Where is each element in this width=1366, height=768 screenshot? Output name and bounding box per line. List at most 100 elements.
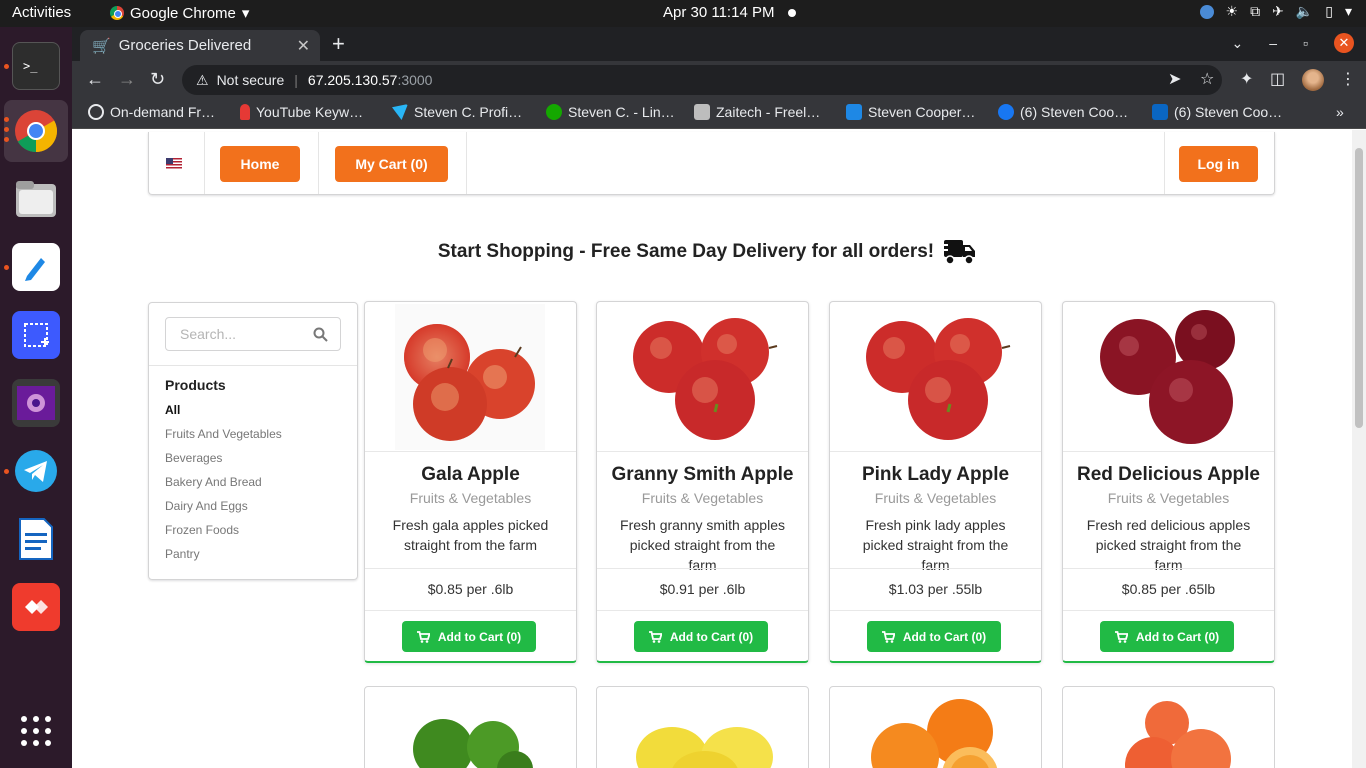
category-beverages[interactable]: Beverages (165, 451, 222, 465)
page-scrollbar[interactable] (1352, 130, 1366, 768)
bookmark-item[interactable]: (6) Steven Coo… (1152, 104, 1282, 120)
category-all[interactable]: All (165, 403, 180, 417)
grapefruit-image[interactable] (1063, 687, 1274, 768)
running-indicator (4, 265, 9, 270)
apple-image (633, 318, 778, 440)
add-to-cart-button[interactable]: Add to Cart (0) (867, 621, 1001, 652)
dock: >_ (0, 27, 72, 768)
product-image[interactable] (830, 302, 1041, 452)
product-price: $0.91 per .6lb (659, 581, 746, 597)
tab-strip: 🛒 Groceries Delivered ✕ + ⌄ – ▫ ✕ (72, 27, 1366, 61)
bookmark-item[interactable]: Steven C. - Lin… (546, 104, 675, 120)
product-category: Fruits & Vegetables (874, 490, 997, 506)
bookmark-item[interactable]: (6) Steven Coo… (998, 104, 1128, 120)
app-menu[interactable]: Google Chrome ▾ (110, 4, 249, 22)
product-image[interactable] (597, 302, 808, 452)
network-icon[interactable]: ⧉ (1250, 3, 1260, 20)
close-window-icon[interactable]: ✕ (1334, 33, 1354, 53)
show-apps-icon[interactable] (12, 707, 60, 755)
lemon-image[interactable] (597, 687, 808, 768)
back-icon[interactable]: ← (86, 69, 104, 90)
facebook-icon (998, 104, 1014, 120)
anydesk-icon[interactable] (12, 583, 60, 631)
add-to-cart-button[interactable]: Add to Cart (0) (1100, 621, 1234, 652)
menu-kebab-icon[interactable]: ⋮ (1340, 69, 1356, 89)
battery-icon[interactable]: ▯ (1325, 3, 1333, 20)
url-separator: | (294, 72, 298, 88)
category-fruits-vegetables[interactable]: Fruits And Vegetables (165, 427, 282, 441)
minimize-icon[interactable]: – (1269, 35, 1277, 51)
shopping-cart-icon (648, 630, 662, 643)
extensions-icon[interactable]: ✦ (1240, 69, 1253, 89)
telegram-icon[interactable] (12, 447, 60, 495)
terminal-icon[interactable]: >_ (12, 42, 60, 90)
new-tab-icon[interactable]: + (332, 31, 345, 57)
product-card (596, 686, 809, 768)
notification-icon[interactable] (1199, 4, 1214, 19)
login-button[interactable]: Log in (1179, 146, 1258, 182)
category-bakery-bread[interactable]: Bakery And Bread (165, 475, 262, 489)
brightness-icon[interactable]: ☀ (1226, 3, 1239, 20)
product-category: Fruits & Vegetables (641, 490, 764, 506)
product-card: Red Delicious Apple Fruits & Vegetables … (1062, 301, 1275, 663)
bookmark-star-icon[interactable]: ☆ (1200, 69, 1214, 89)
bookmark-label: Steven C. Profi… (414, 104, 523, 120)
airplane-icon[interactable]: ✈ (1272, 3, 1284, 20)
product-name[interactable]: Pink Lady Apple (830, 464, 1041, 486)
activities-button[interactable]: Activities (12, 4, 71, 21)
volume-icon[interactable]: 🔈 (1296, 3, 1313, 20)
add-to-cart-button[interactable]: Add to Cart (0) (634, 621, 768, 652)
my-cart-button[interactable]: My Cart (0) (335, 146, 448, 182)
send-icon[interactable]: ➤ (1168, 69, 1181, 89)
scrollbar-thumb[interactable] (1355, 148, 1363, 428)
headline-text: Start Shopping - Free Same Day Delivery … (437, 241, 935, 262)
product-image[interactable] (365, 302, 576, 452)
not-secure-label[interactable]: Not secure (217, 72, 285, 88)
tab-groceries[interactable]: 🛒 Groceries Delivered ✕ (80, 30, 320, 61)
chevron-down-icon[interactable]: ▾ (1345, 3, 1352, 20)
close-tab-icon[interactable]: ✕ (297, 36, 310, 56)
bookmark-item[interactable]: Steven C. Profi… (392, 104, 522, 120)
home-button[interactable]: Home (220, 146, 300, 182)
search-icon[interactable] (313, 327, 328, 342)
product-card: Gala Apple Fruits & Vegetables Fresh gal… (364, 301, 577, 663)
bookmark-item[interactable]: On-demand Fr… (88, 104, 215, 120)
orange-image[interactable] (830, 687, 1041, 768)
product-name[interactable]: Gala Apple (365, 464, 576, 486)
add-to-cart-button[interactable]: Add to Cart (0) (402, 621, 536, 652)
maximize-icon[interactable]: ▫ (1303, 35, 1308, 51)
files-icon[interactable] (12, 175, 60, 223)
warning-icon[interactable]: ⚠ (196, 72, 209, 89)
bookmark-item[interactable]: YouTube Keyw… (240, 104, 363, 120)
lime-image[interactable] (365, 687, 576, 768)
chrome-icon[interactable] (12, 107, 60, 155)
side-panel-icon[interactable]: ◫ (1270, 69, 1285, 89)
search-input[interactable] (166, 318, 306, 350)
address-bar[interactable]: ⚠ Not secure | 67.205.130.57:3000 (182, 65, 1222, 95)
category-dairy-eggs[interactable]: Dairy And Eggs (165, 499, 248, 513)
more-bookmarks-icon[interactable]: » (1336, 104, 1344, 120)
video-recorder-icon[interactable] (12, 379, 60, 427)
clock[interactable]: Apr 30 11:14 PM (663, 4, 774, 21)
notification-dot (788, 9, 796, 17)
product-name[interactable]: Red Delicious Apple (1063, 464, 1274, 486)
language-selector[interactable] (149, 132, 205, 194)
tab-search-icon[interactable]: ⌄ (1232, 35, 1244, 52)
card-divider (365, 610, 576, 611)
screenshot-icon[interactable] (12, 311, 60, 359)
category-frozen-foods[interactable]: Frozen Foods (165, 523, 239, 537)
profile-avatar[interactable] (1302, 69, 1324, 91)
forward-icon[interactable]: → (118, 69, 136, 90)
bookmark-item[interactable]: Steven Cooper… (846, 104, 975, 120)
trello-icon (846, 104, 862, 120)
writer-icon[interactable] (12, 515, 60, 563)
product-image[interactable] (1063, 302, 1274, 452)
bookmark-item[interactable]: Zaitech - Freel… (694, 104, 820, 120)
category-pantry[interactable]: Pantry (165, 547, 200, 561)
product-name[interactable]: Granny Smith Apple (597, 464, 808, 486)
reload-icon[interactable]: ↻ (150, 69, 165, 90)
bookmark-label: Zaitech - Freel… (716, 104, 821, 120)
text-editor-icon[interactable] (12, 243, 60, 291)
zaitech-icon (694, 104, 710, 120)
system-tray[interactable]: ☀ ⧉ ✈ 🔈 ▯ ▾ (1199, 3, 1352, 20)
